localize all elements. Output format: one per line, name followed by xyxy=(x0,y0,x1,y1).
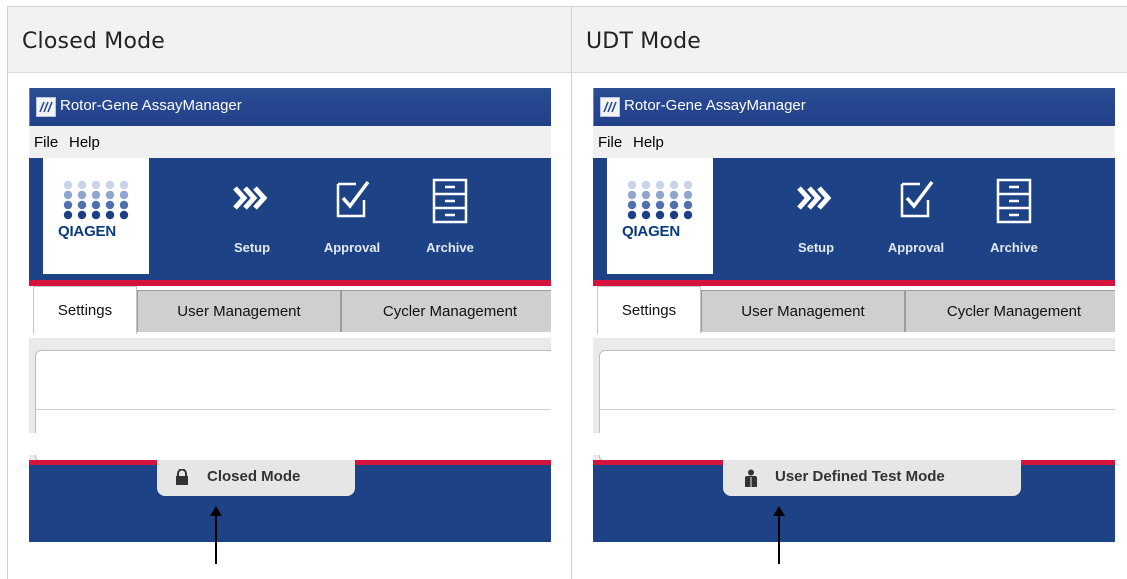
ribbon: QIAGEN Setup Approval Archive xyxy=(29,158,551,286)
qiagen-logo: QIAGEN xyxy=(43,158,149,274)
qiagen-logo: QIAGEN xyxy=(607,158,713,274)
arrow-up-icon xyxy=(210,506,222,516)
divider xyxy=(36,409,551,410)
tab-strip: Settings User Management Cycler Manageme… xyxy=(29,286,551,338)
callout-pointer-udt xyxy=(778,512,780,564)
tab-strip: Settings User Management Cycler Manageme… xyxy=(593,286,1115,338)
title-bar: Rotor-Gene AssayManager xyxy=(29,88,551,126)
mode-indicator-tab: User Defined Test Mode xyxy=(723,460,1021,496)
nav-archive-label: Archive xyxy=(426,240,474,255)
status-bar: Closed Mode xyxy=(29,460,551,542)
app-icon xyxy=(600,97,620,117)
gap xyxy=(593,433,607,455)
logo-dots-icon xyxy=(63,180,129,220)
gap xyxy=(29,433,43,455)
nav-archive-button[interactable]: Archive xyxy=(969,178,1059,264)
nav-approval-button[interactable]: Approval xyxy=(307,178,397,264)
user-icon xyxy=(745,469,757,487)
logo-dots-icon xyxy=(627,180,693,220)
mode-indicator-tab: Closed Mode xyxy=(157,460,355,496)
nav-archive-label: Archive xyxy=(990,240,1038,255)
checklist-icon xyxy=(336,180,370,218)
menu-help[interactable]: Help xyxy=(69,134,100,151)
tab-user-management[interactable]: User Management xyxy=(701,290,905,332)
heading-closed-mode: Closed Mode xyxy=(22,29,166,54)
lock-icon xyxy=(176,469,188,485)
column-divider xyxy=(571,7,572,579)
menu-file[interactable]: File xyxy=(598,134,622,151)
nav-archive-button[interactable]: Archive xyxy=(405,178,495,264)
tab-cycler-management[interactable]: Cycler Management xyxy=(905,290,1115,332)
mode-label: User Defined Test Mode xyxy=(775,468,945,485)
menu-help[interactable]: Help xyxy=(633,134,664,151)
nav-approval-button[interactable]: Approval xyxy=(871,178,961,264)
nav-setup-label: Setup xyxy=(233,240,271,255)
title-bar: Rotor-Gene AssayManager xyxy=(593,88,1115,126)
archive-cabinet-icon xyxy=(996,178,1032,224)
tab-cycler-management[interactable]: Cycler Management xyxy=(341,290,551,332)
archive-cabinet-icon xyxy=(432,178,468,224)
menu-bar: File Help xyxy=(593,126,1115,158)
settings-panel xyxy=(599,350,1115,462)
menu-bar: File Help xyxy=(29,126,551,158)
checklist-icon xyxy=(900,180,934,218)
heading-udt-mode: UDT Mode xyxy=(586,29,702,54)
logo-text: QIAGEN xyxy=(622,223,680,240)
app-icon xyxy=(36,97,56,117)
settings-content xyxy=(593,338,1115,462)
logo-text: QIAGEN xyxy=(58,223,116,240)
tab-settings[interactable]: Settings xyxy=(33,286,137,334)
chevrons-right-icon xyxy=(233,186,268,210)
app-window-udt-mode: Rotor-Gene AssayManager File Help QIAGEN… xyxy=(593,88,1115,542)
mode-label: Closed Mode xyxy=(207,468,301,485)
nav-approval-label: Approval xyxy=(887,240,945,255)
chevrons-right-icon xyxy=(797,186,832,210)
tab-user-management[interactable]: User Management xyxy=(137,290,341,332)
nav-approval-label: Approval xyxy=(323,240,381,255)
window-title: Rotor-Gene AssayManager xyxy=(60,97,242,114)
callout-pointer-closed xyxy=(215,512,217,564)
settings-panel xyxy=(35,350,551,462)
menu-file[interactable]: File xyxy=(34,134,58,151)
nav-setup-label: Setup xyxy=(797,240,835,255)
divider xyxy=(600,409,1115,410)
ribbon: QIAGEN Setup Approval Archive xyxy=(593,158,1115,286)
app-window-closed-mode: Rotor-Gene AssayManager File Help QIAGEN… xyxy=(29,88,551,542)
arrow-up-icon xyxy=(773,506,785,516)
settings-content xyxy=(29,338,551,462)
tab-settings[interactable]: Settings xyxy=(597,286,701,334)
nav-setup-button[interactable]: Setup xyxy=(771,178,861,264)
nav-setup-button[interactable]: Setup xyxy=(207,178,297,264)
grid-header-row xyxy=(8,7,1127,73)
status-bar: User Defined Test Mode xyxy=(593,460,1115,542)
window-title: Rotor-Gene AssayManager xyxy=(624,97,806,114)
